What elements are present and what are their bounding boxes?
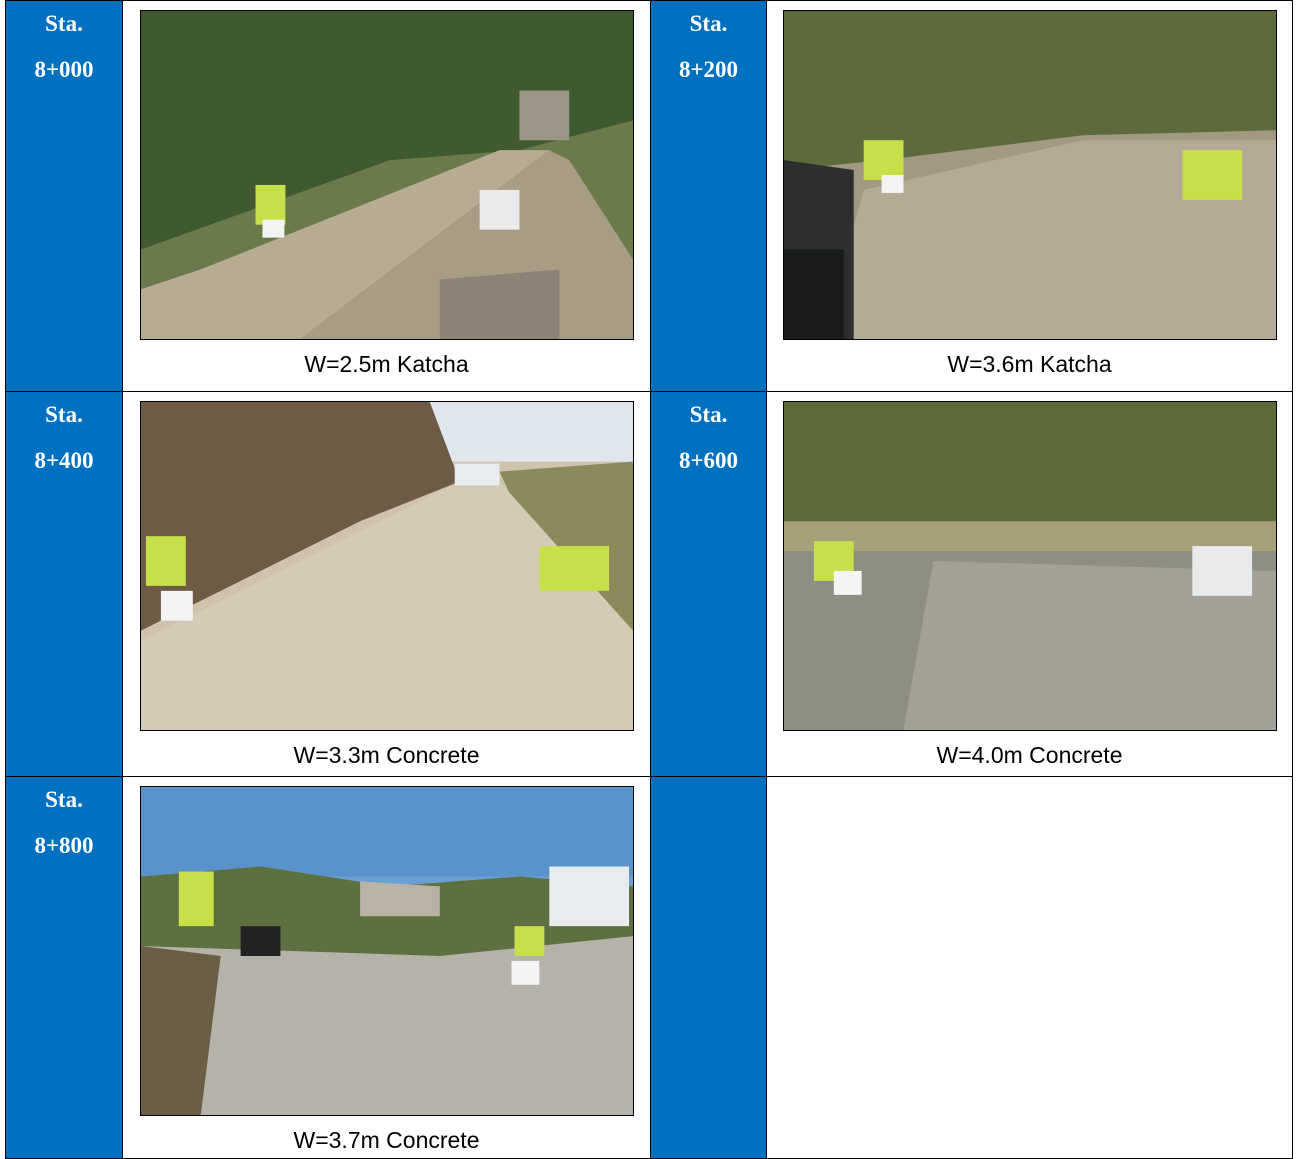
photo-caption: W=2.5m Katcha: [304, 351, 469, 377]
road-photo: [782, 10, 1277, 340]
road-photo-concrete-car: [140, 402, 633, 730]
station-cell: Sta. 8+800: [5, 776, 123, 1159]
station-photo-table: Sta. 8+000 W=2.5m Katcha Sta. 8+200 W=3.…: [5, 0, 1293, 1159]
station-label: Sta.: [45, 787, 83, 812]
station-value: 8+200: [678, 57, 739, 82]
station-cell: Sta. 8+000: [5, 0, 123, 392]
road-photo-katcha-valley: [140, 11, 633, 339]
road-photo: [139, 786, 634, 1116]
station-value: 8+000: [34, 57, 94, 82]
photo-caption: W=4.0m Concrete: [936, 742, 1123, 768]
station-value: 8+800: [34, 833, 94, 858]
station-value: 8+600: [678, 448, 739, 473]
station-value: 8+400: [34, 448, 94, 473]
station-label: Sta.: [45, 402, 83, 427]
station-cell-empty: [650, 776, 767, 1159]
station-cell: Sta. 8+400: [5, 391, 123, 777]
table-row: Sta. 8+800 W=3.7m Concrete: [5, 776, 1293, 1159]
station-label: Sta.: [689, 11, 728, 36]
photo-cell: W=2.5m Katcha: [122, 0, 651, 392]
road-photo: [139, 401, 634, 731]
photo-cell: W=3.6m Katcha: [766, 0, 1293, 392]
station-label: Sta.: [45, 11, 83, 36]
photo-caption: W=3.7m Concrete: [293, 1127, 480, 1153]
photo-cell: W=3.3m Concrete: [122, 391, 651, 777]
photo-caption: W=3.3m Concrete: [293, 742, 480, 768]
station-label: Sta.: [689, 402, 728, 427]
road-photo: [139, 10, 634, 340]
road-photo-katcha-vehicle: [783, 11, 1276, 339]
photo-cell: W=4.0m Concrete: [766, 391, 1293, 777]
photo-cell-empty: [766, 776, 1293, 1159]
table-row: Sta. 8+000 W=2.5m Katcha Sta. 8+200 W=3.…: [5, 0, 1293, 392]
road-photo: [782, 401, 1277, 731]
photo-caption: W=3.6m Katcha: [947, 351, 1112, 377]
road-photo-concrete-hillside: [783, 402, 1276, 730]
station-cell: Sta. 8+600: [650, 391, 767, 777]
photo-cell: W=3.7m Concrete: [122, 776, 651, 1159]
table-row: Sta. 8+400 W=3.3m Concrete Sta. 8+600 W=…: [5, 391, 1293, 777]
station-cell: Sta. 8+200: [650, 0, 767, 392]
road-photo-concrete-town-view: [140, 787, 633, 1115]
